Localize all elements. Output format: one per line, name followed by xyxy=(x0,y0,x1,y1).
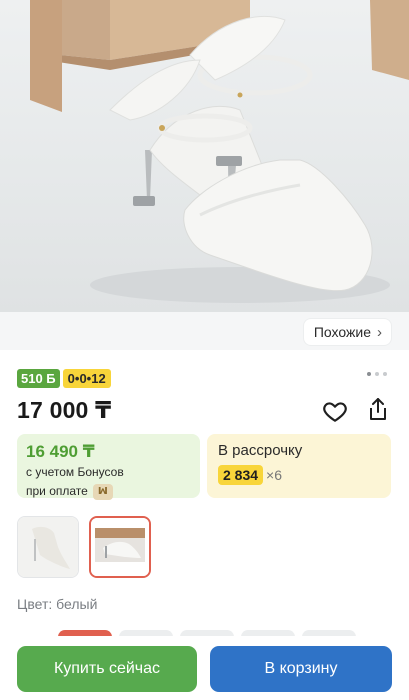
similar-button[interactable]: Похожие › xyxy=(303,319,391,345)
product-image[interactable] xyxy=(0,0,409,312)
bonus-note-line2: при оплате xyxy=(26,484,88,498)
payment-method-icon: ꟽ xyxy=(92,483,113,500)
bonus-note-line2-row: при оплате ꟽ xyxy=(26,483,191,500)
product-price: 17 000 ₸ xyxy=(17,397,112,423)
promo-badges: 510 Б 0•0•12 xyxy=(17,369,111,388)
color-label: Цвет: белый xyxy=(17,596,98,612)
buy-now-button[interactable]: Купить сейчас xyxy=(17,646,197,692)
installment-amount: 2 834 xyxy=(218,465,264,485)
pagination-dot-active xyxy=(367,372,371,376)
installment-title: В рассрочку xyxy=(218,442,303,459)
bonus-badge: 510 Б xyxy=(17,369,60,388)
chevron-right-icon: › xyxy=(377,323,382,341)
thumbnail-image-selected[interactable] xyxy=(89,516,151,578)
installment-badge: 0•0•12 xyxy=(62,369,111,388)
installment-card[interactable]: В рассрочку 2 834 ×6 xyxy=(207,434,391,498)
bonus-price-card[interactable]: 16 490 ₸ с учетом Бонусов при оплате ꟽ xyxy=(17,434,200,500)
installment-row: 2 834 ×6 xyxy=(218,465,380,485)
bonus-note-line1: с учетом Бонусов xyxy=(26,465,124,479)
heart-icon[interactable] xyxy=(322,398,348,424)
pagination-dot xyxy=(375,372,379,376)
bonus-price: 16 490 ₸ xyxy=(26,442,95,461)
thumbnail-image[interactable] xyxy=(17,516,79,578)
share-icon[interactable] xyxy=(366,396,390,422)
pagination-dot xyxy=(383,372,387,376)
add-to-cart-button[interactable]: В корзину xyxy=(210,646,392,692)
similar-label: Похожие xyxy=(313,324,371,340)
installment-multiplier: ×6 xyxy=(266,467,283,483)
gallery-pagination xyxy=(367,372,387,376)
